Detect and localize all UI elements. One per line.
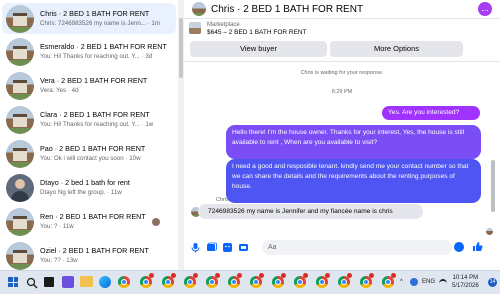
clock-date: 5/17/2026 [452,283,479,289]
teams-icon[interactable] [62,276,74,288]
notification-badge [237,273,242,278]
notification-badge [215,273,220,278]
mic-icon[interactable] [190,242,201,253]
outgoing-message[interactable]: Yes. Are you interested? [382,106,480,120]
chat-scrollbar[interactable] [491,62,495,232]
folder-icon[interactable] [80,276,93,287]
wifi-icon[interactable] [439,279,447,288]
taskbar: ^ ENG 10:14 PM 5/17/2026 14 [0,270,500,294]
conversation-item[interactable]: Esmeraldo · 2 BED 1 BATH FOR RENT You: H… [2,36,176,67]
view-buyer-button[interactable]: View buyer [190,41,327,57]
conversation-preview: Vera: Yes · 4d [40,87,79,94]
message-input[interactable]: Aa [262,240,452,255]
conversation-title: Vera · 2 BED 1 BATH FOR RENT [40,76,148,85]
conversation-title: Chris · 2 BED 1 BATH FOR RENT [40,9,150,18]
outgoing-message[interactable]: I need a good and resposible tenant. kin… [226,159,481,203]
outgoing-message[interactable]: Hello there! I'm the house owner. Thanks… [226,125,481,159]
message-thread: Chris is waiting for your response. 6:29… [184,60,500,236]
avatar [6,207,34,236]
conversation-preview: Dtayo Ng left the group. · 11w [40,189,122,196]
photo-icon[interactable] [206,242,217,253]
sender-name: Chris [216,197,229,203]
conversation-item[interactable]: Clara · 2 BED 1 BATH FOR RENT You: Hi! T… [2,104,176,135]
avatar [6,139,34,168]
avatar[interactable] [192,2,206,16]
marketplace-listing: Marketplace $645 – 2 BED 1 BATH FOR RENT… [184,18,500,62]
gif-icon[interactable] [238,242,249,253]
conversation-title: Oziel · 2 BED 1 BATH FOR RENT [40,246,149,255]
sidebar-scroll-thumb[interactable] [179,18,183,78]
more-options-icon[interactable]: ... [478,2,492,16]
chat-scroll-thumb[interactable] [491,160,495,212]
avatar [6,4,34,33]
conversation-preview: You: Hi! Thanks for reaching out. Y... ·… [40,53,153,60]
waiting-notice: Chris is waiting for your response. [300,70,384,76]
message-composer: Aa [184,236,500,260]
tray-chevron-icon[interactable]: ^ [400,279,403,285]
conversation-title: Clara · 2 BED 1 BATH FOR RENT [40,110,150,119]
notification-badge [171,273,176,278]
conversation-preview: You: Ok i will contact you soon · 10w [40,155,141,162]
notification-badge [149,273,154,278]
avatar [6,173,34,202]
notification-badge [303,273,308,278]
conversation-item[interactable]: Pao · 2 BED 1 BATH FOR RENT You: Ok i wi… [2,138,176,169]
emoji-icon[interactable] [454,242,464,252]
conversation-item[interactable]: Dtayo · 2 bed 1 bath for rent Dtayo Ng l… [2,172,176,203]
conversation-title: Dtayo · 2 bed 1 bath for rent [40,178,130,187]
task-view-icon[interactable] [44,277,54,287]
taskbar-clock[interactable]: 10:14 PM 5/17/2026 [452,274,479,290]
conversation-title: Esmeraldo · 2 BED 1 BATH FOR RENT [40,42,167,51]
language-indicator[interactable]: ENG [422,271,435,294]
notification-badge [193,273,198,278]
conversation-preview: You: ?? · 13w [40,257,78,264]
cloud-icon[interactable] [410,278,418,286]
listing-thumbnail[interactable] [189,22,201,34]
conversation-item[interactable]: Ren · 2 BED 1 BATH FOR RENT You: ? · 11w [2,206,176,237]
listing-price-title[interactable]: $645 – 2 BED 1 BATH FOR RENT [207,29,307,36]
more-options-button[interactable]: More Options [330,41,463,57]
notification-badge [391,273,396,278]
notification-badge [281,273,286,278]
conversation-list: Chris · 2 BED 1 BATH FOR RENT Chris: 724… [0,0,178,270]
notification-badge [369,273,374,278]
notification-badge [259,273,264,278]
search-icon[interactable] [26,276,38,289]
conversation-item[interactable]: Vera · 2 BED 1 BATH FOR RENT Vera: Yes ·… [2,70,176,101]
notification-badge [347,273,352,278]
notification-badge [325,273,330,278]
windows-start-icon[interactable] [8,277,18,287]
conversation-preview: Chris: 7246983526 my name is Jenn... · 1… [40,20,161,27]
chat-title[interactable]: Chris · 2 BED 1 BATH FOR RENT [211,4,363,15]
chat-header: Chris · 2 BED 1 BATH FOR RENT ... [184,0,500,18]
chrome-icon[interactable] [118,276,130,288]
like-icon[interactable] [472,241,483,255]
avatar [6,37,34,66]
message-timestamp: 6:29 PM [331,89,353,95]
sticker-icon[interactable] [222,242,233,253]
notification-count-badge[interactable]: 14 [488,278,497,287]
conversation-preview: You: ? · 11w [40,223,74,230]
conversation-item[interactable]: Chris · 2 BED 1 BATH FOR RENT Chris: 724… [2,3,176,34]
edge-icon[interactable] [99,276,111,288]
conversation-title: Ren · 2 BED 1 BATH FOR RENT [40,212,146,221]
avatar [6,71,34,100]
conversation-title: Pao · 2 BED 1 BATH FOR RENT [40,144,146,153]
avatar [6,105,34,134]
conversation-item[interactable]: Oziel · 2 BED 1 BATH FOR RENT You: ?? · … [2,240,176,270]
avatar [6,241,34,270]
conversation-preview: You: Hi! Thanks for reaching out. Y... ·… [40,121,154,128]
incoming-message[interactable]: 7246983526 my name is Jennifer and my fi… [198,204,423,219]
marketplace-label: Marketplace [207,22,240,28]
clock-time: 10:14 PM [452,275,479,281]
read-receipt-avatar [152,218,160,226]
